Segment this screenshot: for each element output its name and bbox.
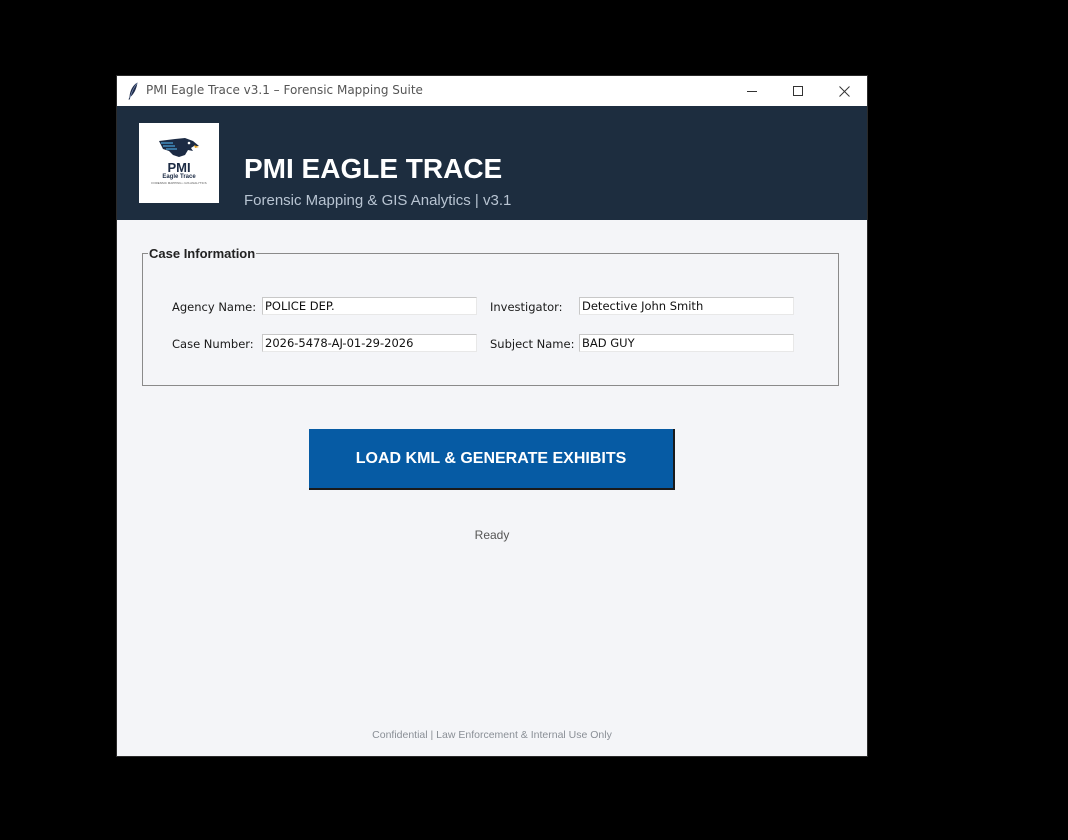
subject-name-input[interactable]: BAD GUY bbox=[579, 334, 794, 352]
case-information-group bbox=[142, 253, 839, 386]
feather-icon bbox=[127, 82, 139, 100]
window-title: PMI Eagle Trace v3.1 – Forensic Mapping … bbox=[146, 83, 423, 97]
maximize-button[interactable] bbox=[775, 76, 821, 106]
investigator-label: Investigator: bbox=[490, 300, 563, 314]
case-number-label: Case Number: bbox=[172, 337, 254, 351]
load-kml-button[interactable]: LOAD KML & GENERATE EXHIBITS bbox=[309, 429, 675, 490]
logo-text: PMI bbox=[167, 160, 191, 175]
minimize-button[interactable] bbox=[729, 76, 775, 106]
app-title: PMI EAGLE TRACE bbox=[244, 153, 503, 184]
app-subtitle: Forensic Mapping & GIS Analytics | v3.1 bbox=[244, 192, 512, 209]
logo-subtext: Eagle Trace bbox=[162, 174, 196, 180]
footer-disclaimer: Confidential | Law Enforcement & Interna… bbox=[372, 729, 612, 741]
app-logo: PMI Eagle Trace FORENSIC MAPPING • GIS A… bbox=[139, 123, 219, 203]
agency-name-label: Agency Name: bbox=[172, 300, 257, 314]
maximize-icon bbox=[793, 86, 803, 96]
investigator-input[interactable]: Detective John Smith bbox=[579, 297, 794, 315]
agency-name-input[interactable]: POLICE DEP. bbox=[262, 297, 477, 315]
close-icon bbox=[838, 85, 850, 97]
case-information-legend: Case Information bbox=[148, 246, 257, 261]
case-number-input[interactable]: 2026-5478-AJ-01-29-2026 bbox=[262, 334, 477, 352]
minimize-icon bbox=[747, 91, 757, 92]
title-bar[interactable]: PMI Eagle Trace v3.1 – Forensic Mapping … bbox=[117, 76, 867, 106]
logo-tagline: FORENSIC MAPPING • GIS ANALYTICS bbox=[151, 181, 207, 185]
status-label: Ready bbox=[474, 528, 510, 542]
subject-name-label: Subject Name: bbox=[490, 337, 575, 351]
close-button[interactable] bbox=[821, 76, 867, 106]
app-window: PMI Eagle Trace v3.1 – Forensic Mapping … bbox=[117, 76, 867, 756]
app-header: PMI Eagle Trace FORENSIC MAPPING • GIS A… bbox=[117, 106, 867, 220]
